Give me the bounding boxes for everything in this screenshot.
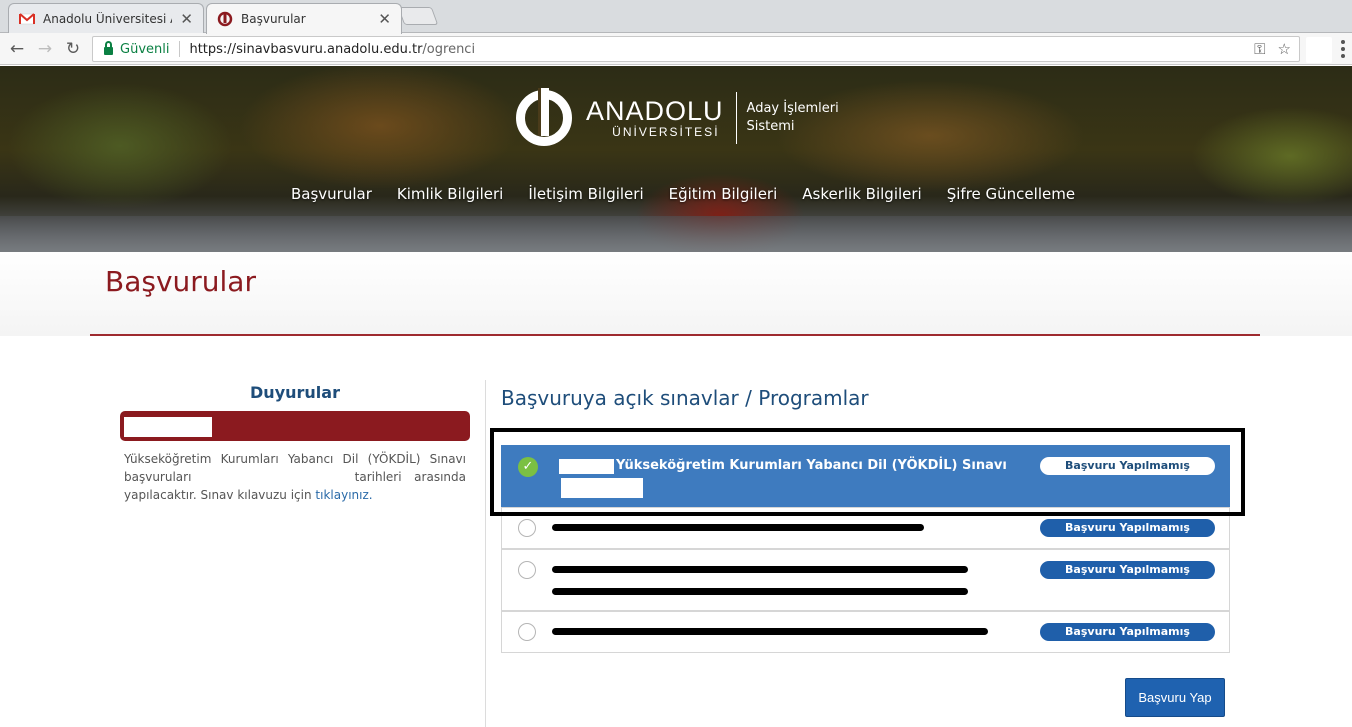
tab-title: Anadolu Üniversitesi Ada	[43, 11, 172, 26]
radio-button[interactable]	[518, 561, 536, 579]
tab-gmail[interactable]: Anadolu Üniversitesi Ada ✕	[8, 3, 204, 33]
apply-button[interactable]: Başvuru Yap	[1125, 678, 1225, 717]
hero-banner: ANADOLU ÜNİVERSİTESİ Aday İşlemleri Sist…	[0, 66, 1352, 252]
announcements-title: Duyurular	[250, 383, 340, 402]
logo-name: ANADOLU	[586, 96, 724, 126]
redaction-scribble	[552, 628, 988, 635]
announcement-redaction	[124, 417, 212, 437]
title-divider	[90, 334, 1260, 336]
system-name: Aday İşlemleri Sistemi	[747, 100, 839, 136]
page-title: Başvurular	[105, 265, 256, 298]
redaction-scribble	[552, 566, 968, 573]
back-arrow-icon[interactable]: ←	[6, 38, 28, 60]
status-badge: Başvuru Yapılmamış	[1040, 561, 1215, 579]
key-icon[interactable]: ⚿	[1254, 40, 1265, 58]
new-tab-button[interactable]	[397, 7, 439, 25]
redaction-scribble	[552, 524, 924, 531]
extension-slot[interactable]	[1306, 37, 1332, 63]
nav-kimlik-bilgileri[interactable]: Kimlik Bilgileri	[397, 185, 503, 203]
tab-title: Başvurular	[241, 12, 306, 26]
logo-sub: ÜNİVERSİTESİ	[612, 125, 720, 139]
redaction-box	[561, 478, 643, 498]
logo-text: ANADOLU ÜNİVERSİTESİ	[586, 97, 724, 139]
site-logo[interactable]: ANADOLU ÜNİVERSİTESİ Aday İşlemleri Sist…	[516, 88, 839, 146]
redaction-scribble	[552, 588, 968, 595]
address-separator	[179, 41, 181, 57]
lock-icon	[104, 41, 113, 55]
star-icon[interactable]: ☆	[1278, 40, 1291, 58]
reload-icon[interactable]: ↻	[62, 38, 84, 60]
exams-heading: Başvuruya açık sınavlar / Programlar	[501, 386, 869, 410]
radio-button[interactable]	[518, 519, 536, 537]
url-host: https://sinavbasvuru.anadolu.edu.tr	[189, 41, 423, 57]
status-badge: Başvuru Yapılmamış	[1040, 519, 1215, 537]
status-badge: Başvuru Yapılmamış	[1040, 623, 1215, 641]
exam-item-2[interactable]: Başvuru Yapılmamış	[501, 507, 1230, 549]
browser-tabstrip: Anadolu Üniversitesi Ada ✕ Başvurular ✕	[0, 0, 1352, 34]
browser-toolbar: ← → ↻ Güvenli https://sinavbasvuru.anado…	[0, 33, 1352, 65]
url-path: /ogrenci	[422, 41, 476, 57]
guide-link[interactable]: tıklayınız.	[315, 488, 372, 502]
nav-askerlik-bilgileri[interactable]: Askerlik Bilgileri	[802, 185, 921, 203]
address-bar[interactable]: Güvenli https://sinavbasvuru.anadolu.edu…	[92, 36, 1300, 62]
exam-item-3[interactable]: Başvuru Yapılmamış	[501, 549, 1230, 611]
exam-item-yokdil[interactable]: ✓ Yükseköğretim Kurumları Yabancı Dil (Y…	[501, 445, 1230, 507]
logo-divider	[735, 92, 737, 144]
omnibox-actions: ⚿ ☆	[1254, 40, 1291, 58]
exam-item-label: Yükseköğretim Kurumları Yabancı Dil (YÖK…	[616, 458, 1007, 473]
nav-basvurular[interactable]: Başvurular	[291, 185, 372, 203]
system-line-2: Sistemi	[746, 119, 795, 134]
forward-arrow-icon[interactable]: →	[34, 38, 56, 60]
gmail-icon	[19, 12, 35, 24]
status-badge: Başvuru Yapılmamış	[1040, 457, 1215, 475]
secure-label: Güvenli	[120, 41, 170, 57]
announcement-text: Yükseköğretim Kurumları Yabancı Dil (YÖK…	[124, 450, 466, 504]
column-divider	[485, 380, 486, 727]
nav-egitim-bilgileri[interactable]: Eğitim Bilgileri	[669, 185, 778, 203]
system-line-1: Aday İşlemleri	[746, 101, 839, 116]
nav-sifre-guncelleme[interactable]: Şifre Güncelleme	[947, 185, 1075, 203]
anadolu-icon	[217, 11, 233, 27]
hero-water	[0, 216, 1352, 252]
tab-basvurular[interactable]: Başvurular ✕	[206, 3, 402, 34]
check-circle-icon: ✓	[518, 457, 538, 477]
redaction-box	[559, 459, 614, 474]
menu-dots-icon[interactable]	[1341, 40, 1345, 58]
close-icon[interactable]: ✕	[180, 10, 193, 28]
main-navigation: Başvurular Kimlik Bilgileri İletişim Bil…	[291, 185, 1100, 203]
title-band: Başvurular	[0, 252, 1352, 336]
anadolu-logo-icon	[516, 88, 578, 146]
radio-button[interactable]	[518, 623, 536, 641]
exam-item-4[interactable]: Başvuru Yapılmamış	[501, 611, 1230, 653]
nav-iletisim-bilgileri[interactable]: İletişim Bilgileri	[528, 185, 643, 203]
close-icon[interactable]: ✕	[378, 10, 391, 28]
